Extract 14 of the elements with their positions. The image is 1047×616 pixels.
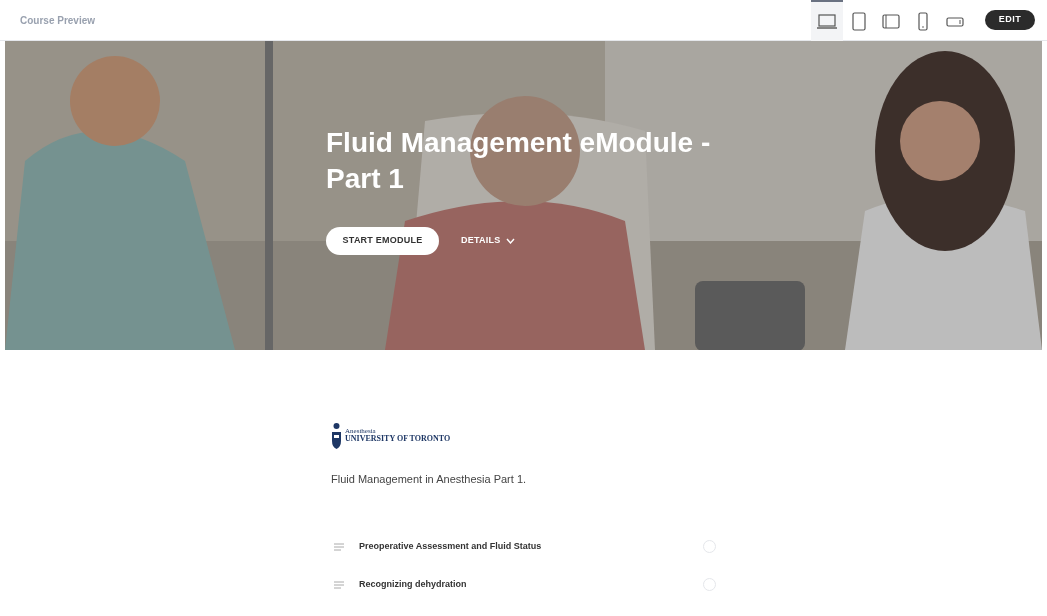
- course-description: Fluid Management in Anesthesia Part 1.: [331, 472, 528, 487]
- logo-university: UNIVERSITY OF TORONTO: [345, 435, 451, 443]
- lines-icon: [334, 580, 345, 589]
- course-title: Fluid Management eModule - Part 1: [326, 126, 712, 196]
- crest-icon: [331, 422, 342, 449]
- edit-button[interactable]: EDIT: [985, 10, 1035, 30]
- device-preview-button[interactable]: [811, 0, 843, 41]
- page-title: Course Preview: [20, 13, 96, 28]
- start-button[interactable]: START EMODULE: [326, 227, 439, 255]
- details-button[interactable]: DETAILS: [459, 227, 518, 255]
- lesson-title[interactable]: Recognizing dehydration: [359, 577, 467, 592]
- chevron-down-icon: [506, 238, 516, 244]
- lines-icon: [334, 542, 345, 551]
- lesson-title[interactable]: Preoperative Assessment and Fluid Status: [359, 539, 542, 554]
